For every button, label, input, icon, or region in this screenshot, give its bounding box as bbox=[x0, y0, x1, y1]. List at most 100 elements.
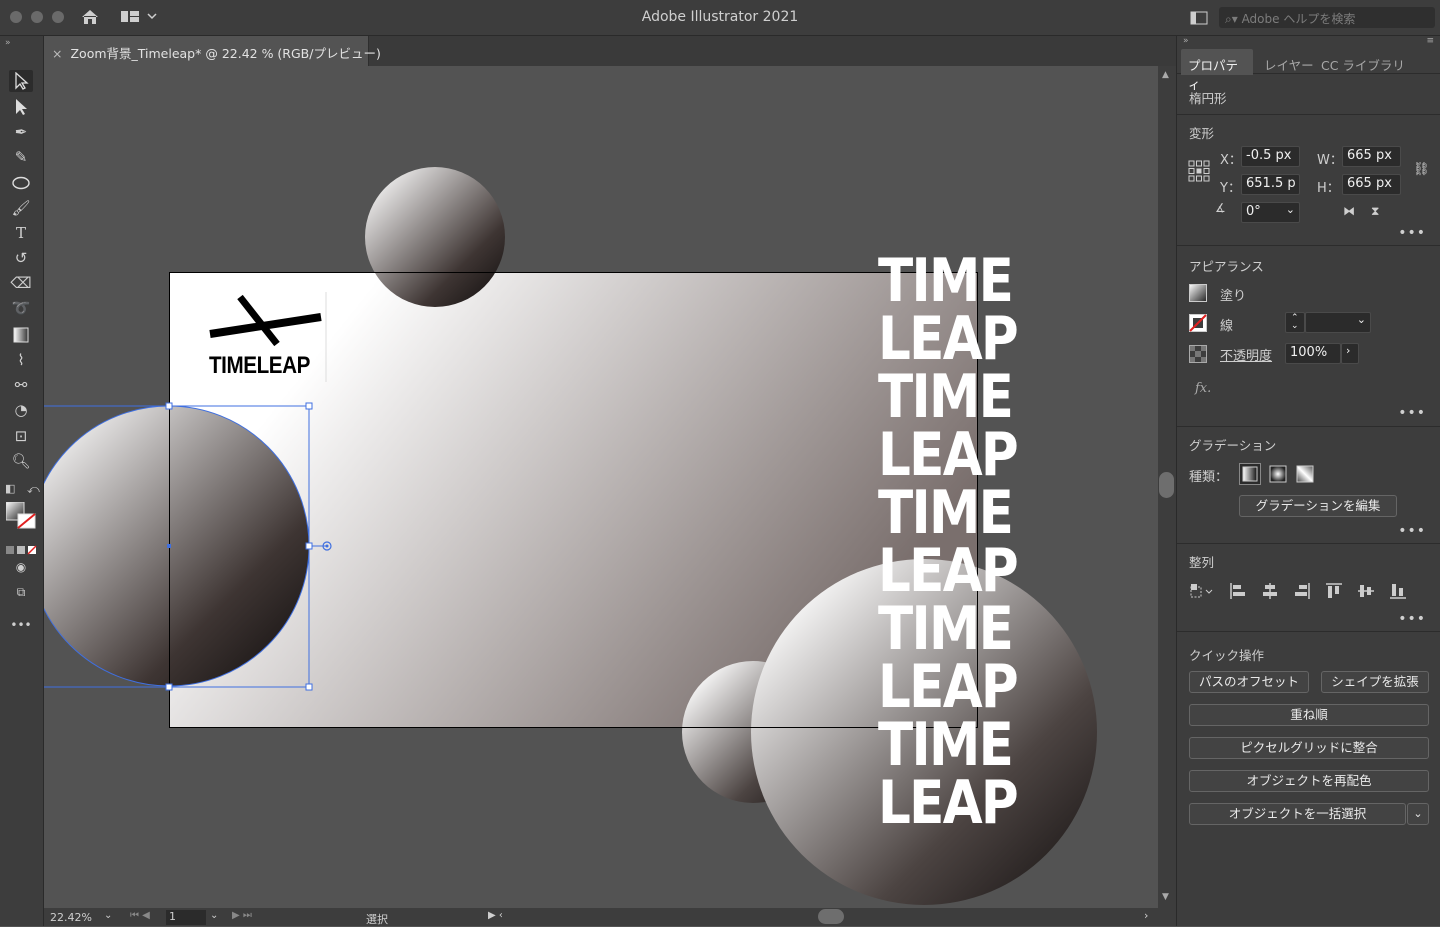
artboard-nav-first-icon[interactable]: ⏮ ◀ bbox=[130, 910, 150, 921]
ellipse-tool-icon[interactable] bbox=[9, 172, 33, 194]
collapse-toolbar-icon[interactable]: » bbox=[5, 38, 11, 48]
y-field[interactable]: 651.5 p bbox=[1241, 174, 1300, 195]
align-vertical-center-icon[interactable] bbox=[1357, 582, 1375, 603]
search-icon: ⌕▾ bbox=[1225, 12, 1242, 26]
chevron-down-icon[interactable]: ⌄ bbox=[1286, 203, 1295, 216]
divider bbox=[1177, 543, 1440, 544]
align-top-icon[interactable] bbox=[1325, 582, 1343, 603]
divider bbox=[1177, 426, 1440, 427]
expand-shape-button[interactable]: シェイプを拡張 bbox=[1321, 671, 1429, 693]
stroke-weight-field[interactable]: ⌄ bbox=[1305, 312, 1371, 333]
panel-toggle-icon[interactable] bbox=[1190, 10, 1208, 29]
close-tab-icon[interactable]: × bbox=[52, 46, 62, 61]
more-options-icon[interactable]: ••• bbox=[1398, 611, 1426, 627]
canvas[interactable]: TIMELEAP TIME LEAP TIME LEAP TIME LEAP T… bbox=[44, 66, 1158, 908]
freeform-gradient-icon[interactable] bbox=[1294, 463, 1316, 488]
tab-properties[interactable]: プロパティ bbox=[1181, 49, 1253, 92]
curvature-tool-icon[interactable]: ✎ bbox=[9, 146, 33, 168]
reference-point-icon[interactable] bbox=[1188, 160, 1210, 185]
panel-menu-icon[interactable]: ≡ bbox=[1426, 36, 1434, 46]
align-bottom-icon[interactable] bbox=[1389, 582, 1407, 603]
fx-effects-button[interactable]: fx. bbox=[1195, 381, 1211, 396]
align-to-dropdown-icon[interactable] bbox=[1189, 582, 1215, 603]
zoom-dropdown-icon[interactable]: ⌄ bbox=[104, 910, 112, 921]
rotation-field[interactable]: 0° ⌄ bbox=[1241, 202, 1300, 223]
default-colors-icon[interactable]: ◧ bbox=[5, 482, 15, 495]
align-section-title: 整列 bbox=[1189, 555, 1215, 570]
stroke-weight-stepper[interactable]: ⌃ ⌄ bbox=[1285, 312, 1305, 333]
width-field[interactable]: 665 px bbox=[1342, 146, 1401, 167]
shape-builder-tool-icon[interactable]: ◔ bbox=[9, 399, 33, 421]
document-tab[interactable]: × Zoom背景_Timeleap* @ 22.42 % (RGB/プレビュー) bbox=[44, 36, 381, 66]
artboard-tool-icon[interactable]: ⊡ bbox=[9, 425, 33, 447]
fill-swatch-icon[interactable] bbox=[1189, 284, 1207, 305]
arrange-button[interactable]: 重ね順 bbox=[1189, 704, 1429, 726]
y-label: Y： bbox=[1220, 181, 1241, 196]
search-placeholder: Adobe ヘルプを検索 bbox=[1241, 12, 1356, 26]
x-field[interactable]: -0.5 px bbox=[1241, 146, 1300, 167]
edit-toolbar-icon[interactable]: ••• bbox=[9, 614, 33, 636]
edit-gradient-button[interactable]: グラデーションを編集 bbox=[1239, 495, 1397, 517]
draw-mode-icon[interactable]: ◉ bbox=[9, 556, 33, 578]
tab-layers[interactable]: レイヤー bbox=[1264, 55, 1314, 74]
selection-tool-icon[interactable] bbox=[9, 70, 33, 92]
gradient-tool-icon[interactable] bbox=[9, 324, 33, 346]
stroke-label[interactable]: 線 bbox=[1220, 315, 1233, 334]
chevron-down-icon[interactable]: ⌄ bbox=[1357, 313, 1366, 326]
artboard-number[interactable]: 1 bbox=[166, 910, 206, 925]
artboard-dropdown-icon[interactable]: ⌄ bbox=[210, 910, 218, 921]
artboard-nav-last-icon[interactable]: ▶ ⏭ bbox=[232, 910, 252, 921]
vertical-scroll-thumb[interactable] bbox=[1159, 472, 1174, 498]
align-right-icon[interactable] bbox=[1293, 582, 1311, 603]
text-line: LEAP bbox=[878, 420, 1019, 490]
gradient-type-label: 種類： bbox=[1189, 470, 1229, 485]
status-menu-icon[interactable]: ▶ ‹ bbox=[488, 910, 503, 921]
collapse-panel-icon[interactable]: » bbox=[1183, 36, 1189, 46]
constrain-proportions-icon[interactable]: ⛓ bbox=[1413, 162, 1430, 177]
rotate-tool-icon[interactable]: ↺ bbox=[9, 247, 33, 269]
blend-tool-icon[interactable]: ⚯ bbox=[9, 374, 33, 396]
horizontal-scroll-thumb[interactable] bbox=[818, 909, 844, 924]
align-to-pixel-grid-button[interactable]: ピクセルグリッドに整合 bbox=[1189, 737, 1429, 759]
align-horizontal-center-icon[interactable] bbox=[1261, 582, 1279, 603]
more-options-icon[interactable]: ••• bbox=[1398, 405, 1426, 421]
fill-stroke-swatch[interactable] bbox=[5, 501, 38, 534]
opacity-label[interactable]: 不透明度 bbox=[1220, 345, 1272, 364]
scroll-down-icon[interactable]: ▼ bbox=[1162, 892, 1169, 902]
scroll-right-icon[interactable]: › bbox=[1144, 909, 1148, 922]
height-field[interactable]: 665 px bbox=[1342, 174, 1401, 195]
document-tab-bar: × Zoom背景_Timeleap* @ 22.42 % (RGB/プレビュー) bbox=[44, 36, 1176, 66]
select-same-dropdown-icon[interactable]: ⌄ bbox=[1407, 803, 1429, 825]
time-leap-text-stack[interactable]: TIME LEAP TIME LEAP TIME LEAP TIME LEAP … bbox=[878, 251, 1098, 833]
type-tool-icon[interactable]: T bbox=[9, 222, 33, 244]
select-same-button[interactable]: オブジェクトを一括選択 bbox=[1189, 803, 1406, 825]
more-options-icon[interactable]: ••• bbox=[1398, 225, 1426, 241]
linear-gradient-icon[interactable] bbox=[1239, 463, 1261, 488]
more-options-icon[interactable]: ••• bbox=[1398, 523, 1426, 539]
opacity-expand-icon[interactable]: › bbox=[1341, 343, 1359, 364]
fill-label: 塗り bbox=[1220, 289, 1247, 304]
pen-tool-icon[interactable]: ✒ bbox=[9, 121, 33, 143]
recolor-artwork-button[interactable]: オブジェクトを再配色 bbox=[1189, 770, 1429, 792]
eyedropper-tool-icon[interactable]: ⌇ bbox=[9, 349, 33, 371]
offset-path-button[interactable]: パスのオフセット bbox=[1189, 671, 1309, 693]
radial-gradient-icon[interactable] bbox=[1267, 463, 1289, 488]
paintbrush-tool-icon[interactable]: 🖌 bbox=[9, 197, 33, 219]
flip-horizontal-icon[interactable]: ⧓ bbox=[1343, 204, 1355, 218]
screen-mode-icon[interactable]: ⧉ bbox=[9, 581, 33, 603]
swap-colors-icon[interactable]: ⤺ bbox=[27, 482, 40, 497]
tab-cc-libraries[interactable]: CC ライブラリ bbox=[1321, 55, 1405, 74]
zoom-tool-icon[interactable]: 🔍︎ bbox=[9, 450, 33, 472]
eraser-tool-icon[interactable]: ⌫ bbox=[9, 272, 33, 294]
vertical-scrollbar[interactable]: ▲ ▼ bbox=[1158, 66, 1176, 908]
zoom-level[interactable]: 22.42% bbox=[50, 911, 92, 924]
stroke-swatch-icon[interactable] bbox=[1189, 314, 1207, 335]
help-search-input[interactable]: ⌕▾ Adobe ヘルプを検索 bbox=[1219, 7, 1435, 28]
sphere-top[interactable] bbox=[365, 167, 505, 307]
opacity-field[interactable]: 100% bbox=[1285, 343, 1341, 364]
flip-vertical-icon[interactable]: ⧗ bbox=[1371, 204, 1379, 219]
align-left-icon[interactable] bbox=[1229, 582, 1247, 603]
scroll-up-icon[interactable]: ▲ bbox=[1162, 70, 1169, 80]
direct-selection-tool-icon[interactable] bbox=[9, 96, 33, 118]
lasso-tool-icon[interactable]: ➰ bbox=[9, 297, 33, 319]
